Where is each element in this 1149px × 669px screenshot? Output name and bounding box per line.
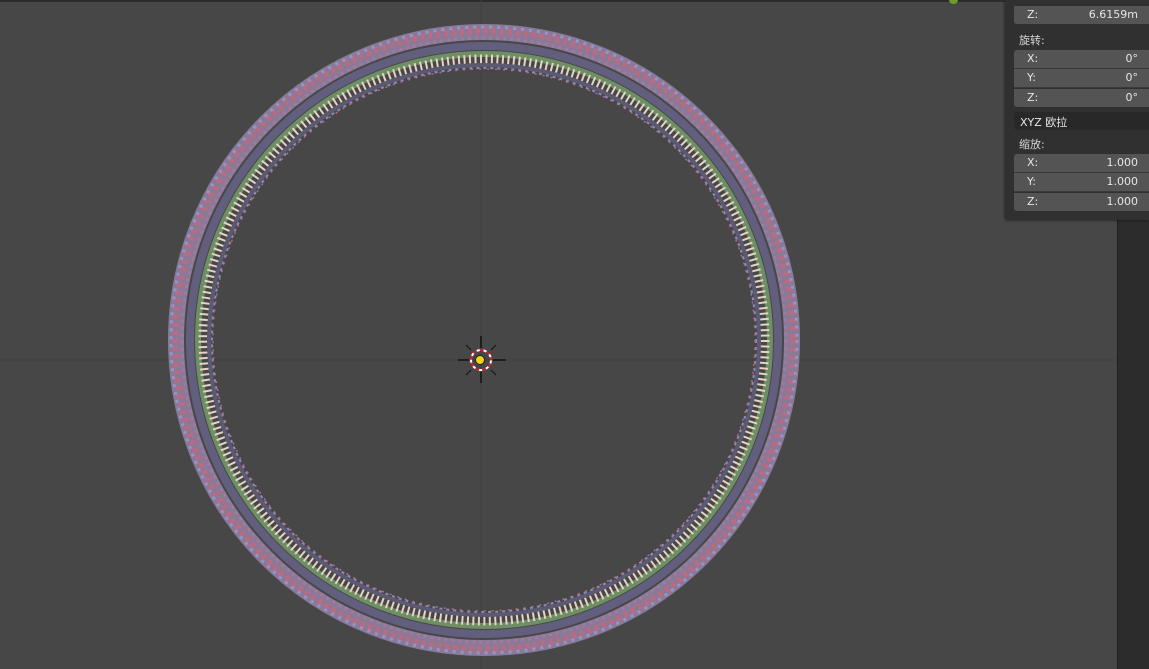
- scale-y-value: 1.000: [1106, 175, 1139, 188]
- ring-outer-band: [168, 24, 800, 656]
- rotation-z-field[interactable]: Z: 0°: [1014, 89, 1149, 107]
- 3d-viewport[interactable]: Z: 6.6159m 旋转: X: 0° Y: 0° Z: 0° XYZ 欧拉 …: [0, 0, 1149, 669]
- ring-outer-purple-dashes: [180, 36, 788, 644]
- ring-inner-dashes: [211, 67, 757, 613]
- rotation-y-field[interactable]: Y: 0°: [1014, 69, 1149, 87]
- rotation-mode-dropdown[interactable]: XYZ 欧拉: [1014, 112, 1149, 130]
- rotation-z-value: 0°: [1125, 91, 1139, 104]
- rotation-x-value: 0°: [1125, 52, 1139, 65]
- scale-y-axis-label: Y:: [1027, 175, 1036, 188]
- rotation-z-axis-label: Z:: [1027, 91, 1039, 104]
- ring-tooth-ticks: [198, 54, 770, 626]
- field-separator: [1014, 191, 1149, 192]
- gear-ring-object[interactable]: [168, 24, 800, 656]
- ring-mid-band: [186, 42, 782, 638]
- scale-y-field[interactable]: Y: 1.000: [1014, 173, 1149, 191]
- rotation-x-field[interactable]: X: 0°: [1014, 50, 1149, 68]
- scale-x-field[interactable]: X: 1.000: [1014, 154, 1149, 172]
- scale-z-axis-label: Z:: [1027, 195, 1039, 208]
- ring-inner-pink-dashes: [212, 68, 756, 612]
- location-z-axis-label: Z:: [1027, 8, 1039, 21]
- rotation-y-axis-label: Y:: [1027, 71, 1036, 84]
- scale-z-field[interactable]: Z: 1.000: [1014, 193, 1149, 211]
- field-separator: [1014, 87, 1149, 88]
- location-z-value: 6.6159m: [1088, 8, 1138, 21]
- rotation-label: 旋转:: [1019, 34, 1045, 47]
- transform-sidebar-panel: Z: 6.6159m 旋转: X: 0° Y: 0° Z: 0° XYZ 欧拉 …: [1005, 0, 1149, 220]
- object-origin-icon[interactable]: [475, 355, 485, 365]
- location-z-field[interactable]: Z: 6.6159m: [1014, 6, 1149, 24]
- scale-z-value: 1.000: [1106, 195, 1139, 208]
- rotation-x-axis-label: X:: [1027, 52, 1039, 65]
- rotation-mode-value: XYZ 欧拉: [1020, 116, 1068, 129]
- scale-x-value: 1.000: [1106, 156, 1139, 169]
- ring-inner-band: [207, 63, 761, 617]
- scale-label: 缩放:: [1019, 138, 1045, 151]
- viewport-scene[interactable]: [0, 0, 1117, 669]
- scale-x-axis-label: X:: [1027, 156, 1039, 169]
- rotation-y-value: 0°: [1125, 71, 1139, 84]
- toolbar-strip: [1117, 220, 1149, 669]
